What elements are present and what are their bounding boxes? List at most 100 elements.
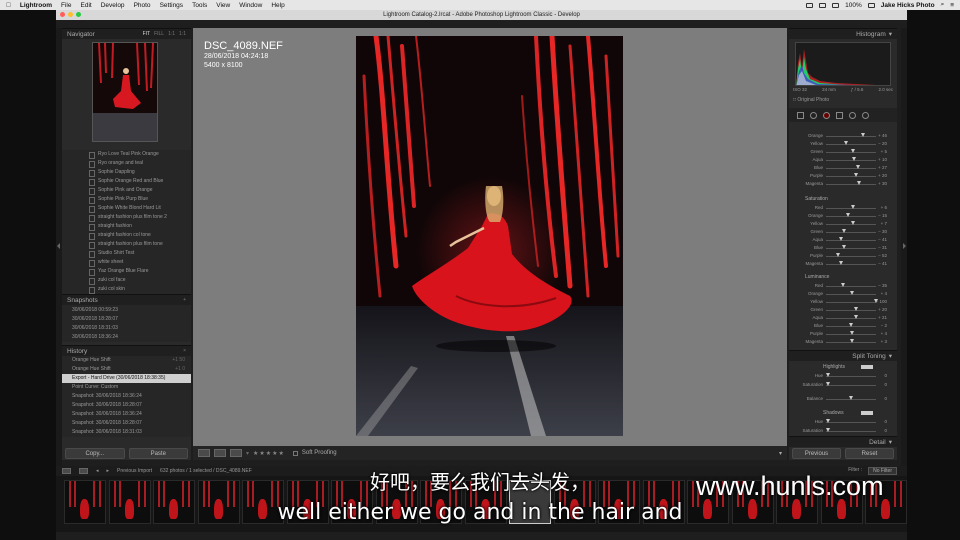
clear-history-icon[interactable]: × [183, 348, 186, 354]
split-toning-slider-track[interactable] [826, 422, 876, 423]
user-name[interactable]: Jake Hicks Photo [881, 2, 935, 9]
navigator-preview[interactable] [92, 42, 158, 142]
hue-slider-thumb[interactable] [856, 181, 861, 185]
saturation-slider-thumb[interactable] [851, 221, 855, 225]
right-edge-toggle[interactable] [901, 28, 907, 468]
hue-slider-aqua[interactable]: Aqua + 10 [793, 156, 893, 164]
status-icon[interactable] [806, 2, 814, 8]
brush-tool-icon[interactable] [862, 111, 869, 119]
luminance-slider-thumb[interactable] [848, 323, 853, 327]
shadows-color-swatch[interactable] [861, 411, 873, 415]
saturation-slider-track[interactable] [826, 264, 876, 265]
menu-app-name[interactable]: Lightroom [20, 2, 52, 9]
hue-slider-magenta[interactable]: Magenta + 30 [793, 180, 893, 188]
history-item[interactable]: Orange Hue Shift +1 50 [62, 356, 191, 365]
zoom-custom[interactable]: 1:1 [179, 31, 186, 37]
preset-item[interactable]: straight fashion plus film tone [62, 240, 191, 249]
zoom-fill[interactable]: FILL [154, 31, 164, 37]
saturation-slider-track[interactable] [826, 240, 876, 241]
crop-tool-icon[interactable] [797, 111, 804, 119]
copy-button[interactable]: Copy... [65, 448, 125, 459]
history-item[interactable]: Snapshot: 30/06/2018 18:31:03 [62, 428, 191, 437]
saturation-slider-blue[interactable]: Blue − 31 [793, 244, 893, 252]
hue-slider-thumb[interactable] [850, 149, 855, 153]
spot-removal-icon[interactable] [810, 111, 817, 119]
saturation-slider-green[interactable]: Green − 30 [793, 228, 893, 236]
preset-item[interactable]: Yaz Orange Blue Flare [62, 267, 191, 276]
preset-item[interactable]: Ryo orange and teal [62, 159, 191, 168]
navigator-header[interactable]: Navigator FIT FILL 1:1 1:1 [62, 28, 191, 39]
luminance-slider-track[interactable] [826, 318, 876, 319]
apple-icon[interactable]:  [6, 2, 11, 9]
toolbar-menu-icon[interactable]: ▾ [779, 450, 782, 457]
hue-slider-thumb[interactable] [844, 141, 848, 145]
history-item[interactable]: Snapshot: 30/06/2018 18:28:07 [62, 419, 191, 428]
preset-item[interactable]: Sophie White Blond Hard Lit [62, 204, 191, 213]
zoom-fit[interactable]: FIT [143, 31, 151, 37]
luminance-slider-magenta[interactable]: Magenta + 3 [793, 338, 893, 346]
preset-item[interactable]: Ryo Love Teal Pink Orange [62, 150, 191, 159]
hue-slider-track[interactable] [826, 168, 876, 169]
before-after-button[interactable] [214, 449, 226, 457]
menu-settings[interactable]: Settings [160, 2, 184, 9]
split-toning-slider-saturation[interactable]: Saturation 0 [793, 427, 893, 435]
luminance-slider-purple[interactable]: Purple + 4 [793, 330, 893, 338]
reset-button[interactable]: Reset [845, 448, 894, 459]
hue-slider-thumb[interactable] [860, 133, 865, 137]
hue-slider-track[interactable] [826, 136, 876, 137]
volume-icon[interactable] [832, 2, 840, 8]
split-toning-slider-saturation[interactable]: Saturation 0 [793, 381, 893, 389]
histogram-graph[interactable] [795, 42, 891, 86]
saturation-slider-thumb[interactable] [839, 261, 843, 265]
graduated-filter-icon[interactable] [836, 111, 843, 119]
saturation-slider-thumb[interactable] [841, 245, 846, 249]
hue-slider-blue[interactable]: Blue + 27 [793, 164, 893, 172]
history-header[interactable]: History × [62, 345, 191, 356]
luminance-slider-thumb[interactable] [854, 315, 858, 319]
split-toning-slider-hue[interactable]: Hue 0 [793, 372, 893, 380]
saturation-slider-orange[interactable]: Orange − 15 [793, 212, 893, 220]
hue-slider-track[interactable] [826, 184, 876, 185]
split-toning-slider-track[interactable] [826, 376, 876, 377]
preset-item[interactable]: straight fashion plus film tone 2 [62, 213, 191, 222]
zoom-1-1[interactable]: 1:1 [168, 31, 175, 37]
preset-item[interactable]: straight fashion col tone [62, 231, 191, 240]
red-eye-icon[interactable] [823, 111, 830, 119]
menu-tools[interactable]: Tools [192, 2, 207, 9]
luminance-slider-green[interactable]: Green + 20 [793, 306, 893, 314]
before-after-split-button[interactable] [230, 449, 242, 457]
preset-item[interactable]: zuki col skin [62, 285, 191, 294]
history-item[interactable]: Snapshot: 30/06/2018 18:28:07 [62, 401, 191, 410]
previous-button[interactable]: Previous [792, 448, 841, 459]
original-photo-toggle[interactable]: □ Original Photo [793, 97, 829, 103]
hue-slider-thumb[interactable] [851, 157, 856, 161]
saturation-slider-aqua[interactable]: Aqua − 41 [793, 236, 893, 244]
saturation-slider-track[interactable] [826, 256, 876, 257]
menu-edit[interactable]: Edit [81, 2, 92, 9]
menu-list-icon[interactable]: ≡ [950, 2, 954, 9]
split-toning-slider-thumb[interactable] [826, 428, 830, 432]
star-rating[interactable]: ★★★★★ [253, 450, 285, 457]
saturation-slider-thumb[interactable] [839, 237, 843, 241]
split-toning-slider-thumb[interactable] [826, 373, 830, 377]
split-toning-slider-track[interactable] [826, 385, 876, 386]
highlights-color-swatch[interactable] [861, 365, 873, 369]
hue-slider-track[interactable] [826, 144, 876, 145]
split-toning-slider-balance[interactable]: Balance 0 [793, 395, 893, 403]
soft-proofing-checkbox[interactable] [292, 450, 298, 456]
hue-slider-green[interactable]: Green + 5 [793, 148, 893, 156]
luminance-slider-aqua[interactable]: Aqua + 21 [793, 314, 893, 322]
preset-item[interactable]: Studio Shirt Test [62, 249, 191, 258]
luminance-slider-track[interactable] [826, 310, 876, 311]
menu-develop[interactable]: Develop [101, 2, 125, 9]
luminance-slider-thumb[interactable] [854, 307, 858, 311]
history-item[interactable]: Snapshot: 30/06/2018 18:36:24 [62, 392, 191, 401]
saturation-slider-red[interactable]: Red + 6 [793, 204, 893, 212]
hue-slider-track[interactable] [826, 176, 876, 177]
saturation-slider-track[interactable] [826, 248, 876, 249]
history-item[interactable]: Snapshot: 30/06/2018 18:36:24 [62, 410, 191, 419]
saturation-slider-thumb[interactable] [850, 205, 855, 209]
snapshot-item[interactable]: 30/06/2018 18:36:24 [62, 333, 191, 342]
radial-filter-icon[interactable] [849, 111, 856, 119]
split-toning-slider-thumb[interactable] [826, 382, 830, 386]
